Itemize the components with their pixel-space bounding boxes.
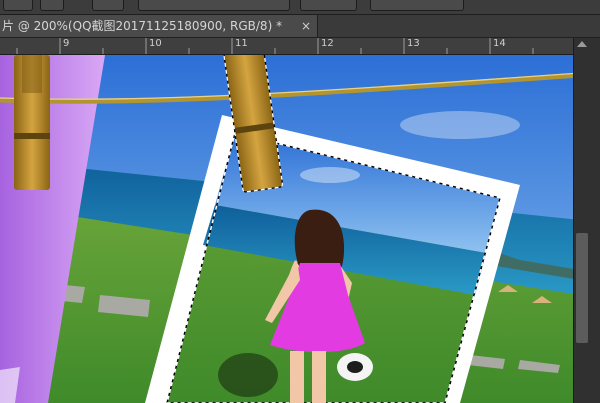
ruler-label: 13 [407, 38, 420, 49]
document-canvas[interactable] [0, 55, 580, 403]
option-checkbox-group[interactable] [138, 0, 290, 11]
document-tab-title: 片 @ 200%(QQ截图20171125180900, RGB/8) * [2, 19, 283, 33]
tool-mode-button[interactable] [3, 0, 33, 11]
ruler-label: 11 [235, 38, 248, 49]
tool-option-button[interactable] [92, 0, 124, 11]
clothespin [14, 55, 50, 190]
ruler-label: 9 [63, 38, 70, 49]
options-bar [0, 0, 600, 15]
vertical-scrollbar[interactable] [573, 38, 600, 403]
refine-edge-button[interactable] [370, 0, 464, 11]
cloud [400, 111, 520, 139]
canvas-image [0, 55, 580, 403]
option-checkbox-2[interactable] [300, 0, 357, 11]
document-tab[interactable]: 片 @ 200%(QQ截图20171125180900, RGB/8) * × [0, 15, 318, 37]
ruler-label: 14 [493, 38, 506, 49]
ruler-label: 12 [321, 38, 334, 49]
tool-mode-button-2[interactable] [40, 0, 64, 11]
close-icon[interactable]: × [301, 15, 311, 37]
ruler-label: 10 [149, 38, 162, 49]
horizontal-ruler: 9 10 11 12 13 14 [0, 38, 580, 55]
scroll-up-icon[interactable] [577, 41, 587, 47]
document-tab-bar: 片 @ 200%(QQ截图20171125180900, RGB/8) * × [0, 15, 600, 38]
scrollbar-thumb[interactable] [576, 233, 588, 343]
